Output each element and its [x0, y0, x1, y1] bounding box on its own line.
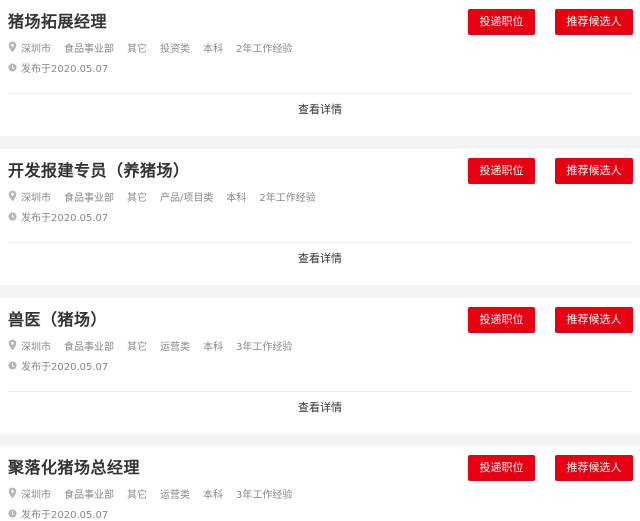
publish-date-text: 发布于2020.05.07 [21, 212, 109, 224]
location-pin-icon [8, 487, 17, 499]
job-publish-date: 发布于2020.05.07 [8, 209, 109, 224]
job-education: 本科 [203, 43, 223, 55]
job-department: 食品事业部 [64, 489, 114, 501]
job-type: 投资类 [160, 43, 190, 55]
location-pin-icon [8, 339, 17, 351]
job-meta: 深圳市 食品事业部 其它 运营类 本科 3年工作经验 [8, 338, 305, 353]
job-department: 食品事业部 [64, 192, 114, 204]
recommend-candidate-button[interactable]: 推荐候选人 [555, 307, 633, 333]
job-card: 兽医（猪场） 投递职位 推荐候选人 深圳市 食品事业部 其它 运营类 本科 3年… [0, 298, 640, 434]
job-meta: 深圳市 食品事业部 其它 运营类 本科 3年工作经验 [8, 486, 305, 501]
job-location: 深圳市 [21, 341, 51, 353]
apply-button[interactable]: 投递职位 [468, 158, 535, 184]
clock-icon [8, 360, 17, 370]
job-category: 其它 [127, 341, 147, 353]
job-education: 本科 [226, 192, 247, 204]
job-card: 猪场拓展经理 投递职位 推荐候选人 深圳市 食品事业部 其它 投资类 本科 2年… [0, 0, 640, 136]
recommend-candidate-button[interactable]: 推荐候选人 [555, 9, 633, 35]
job-department: 食品事业部 [64, 43, 114, 55]
location-pin-icon [8, 190, 17, 202]
job-education: 本科 [203, 489, 223, 501]
card-separator [0, 285, 640, 298]
job-title[interactable]: 开发报建专员（养猪场） [8, 157, 190, 181]
job-location: 深圳市 [21, 43, 51, 55]
publish-date-text: 发布于2020.05.07 [21, 361, 109, 373]
publish-date-text: 发布于2020.05.07 [21, 509, 109, 521]
job-category: 其它 [127, 43, 147, 55]
clock-icon [8, 211, 17, 221]
job-type: 产品/项目类 [160, 192, 214, 204]
job-title[interactable]: 兽医（猪场） [8, 306, 107, 330]
view-details-link[interactable]: 查看详情 [0, 250, 640, 266]
card-separator [0, 136, 640, 149]
view-details-link[interactable]: 查看详情 [0, 101, 640, 117]
job-location: 深圳市 [21, 489, 51, 501]
publish-date-text: 发布于2020.05.07 [21, 63, 109, 75]
job-title[interactable]: 猪场拓展经理 [8, 8, 107, 32]
job-experience: 3年工作经验 [236, 489, 293, 501]
job-title[interactable]: 聚落化猪场总经理 [8, 454, 140, 478]
location-pin-icon [8, 41, 17, 53]
job-type: 运营类 [160, 489, 190, 501]
job-category: 其它 [127, 489, 147, 501]
divider [8, 391, 632, 392]
apply-button[interactable]: 投递职位 [468, 307, 535, 333]
job-publish-date: 发布于2020.05.07 [8, 358, 109, 373]
job-meta: 深圳市 食品事业部 其它 产品/项目类 本科 2年工作经验 [8, 189, 329, 204]
job-experience: 3年工作经验 [236, 341, 293, 353]
job-type: 运营类 [160, 341, 190, 353]
job-department: 食品事业部 [64, 341, 114, 353]
job-experience: 2年工作经验 [259, 192, 316, 204]
clock-icon [8, 62, 17, 72]
clock-icon [8, 508, 17, 518]
job-location: 深圳市 [21, 192, 51, 204]
job-category: 其它 [127, 192, 147, 204]
job-meta: 深圳市 食品事业部 其它 投资类 本科 2年工作经验 [8, 40, 305, 55]
view-details-link[interactable]: 查看详情 [0, 399, 640, 415]
recommend-candidate-button[interactable]: 推荐候选人 [555, 455, 633, 481]
job-experience: 2年工作经验 [236, 43, 293, 55]
apply-button[interactable]: 投递职位 [468, 455, 535, 481]
apply-button[interactable]: 投递职位 [468, 9, 535, 35]
job-publish-date: 发布于2020.05.07 [8, 60, 109, 75]
divider [8, 242, 632, 243]
job-card: 聚落化猪场总经理 投递职位 推荐候选人 深圳市 食品事业部 其它 运营类 本科 … [0, 446, 640, 521]
recommend-candidate-button[interactable]: 推荐候选人 [555, 158, 633, 184]
divider [8, 93, 632, 94]
job-publish-date: 发布于2020.05.07 [8, 506, 109, 521]
job-list: 猪场拓展经理 投递职位 推荐候选人 深圳市 食品事业部 其它 投资类 本科 2年… [0, 0, 640, 521]
job-education: 本科 [203, 341, 223, 353]
job-card: 开发报建专员（养猪场） 投递职位 推荐候选人 深圳市 食品事业部 其它 产品/项… [0, 149, 640, 285]
